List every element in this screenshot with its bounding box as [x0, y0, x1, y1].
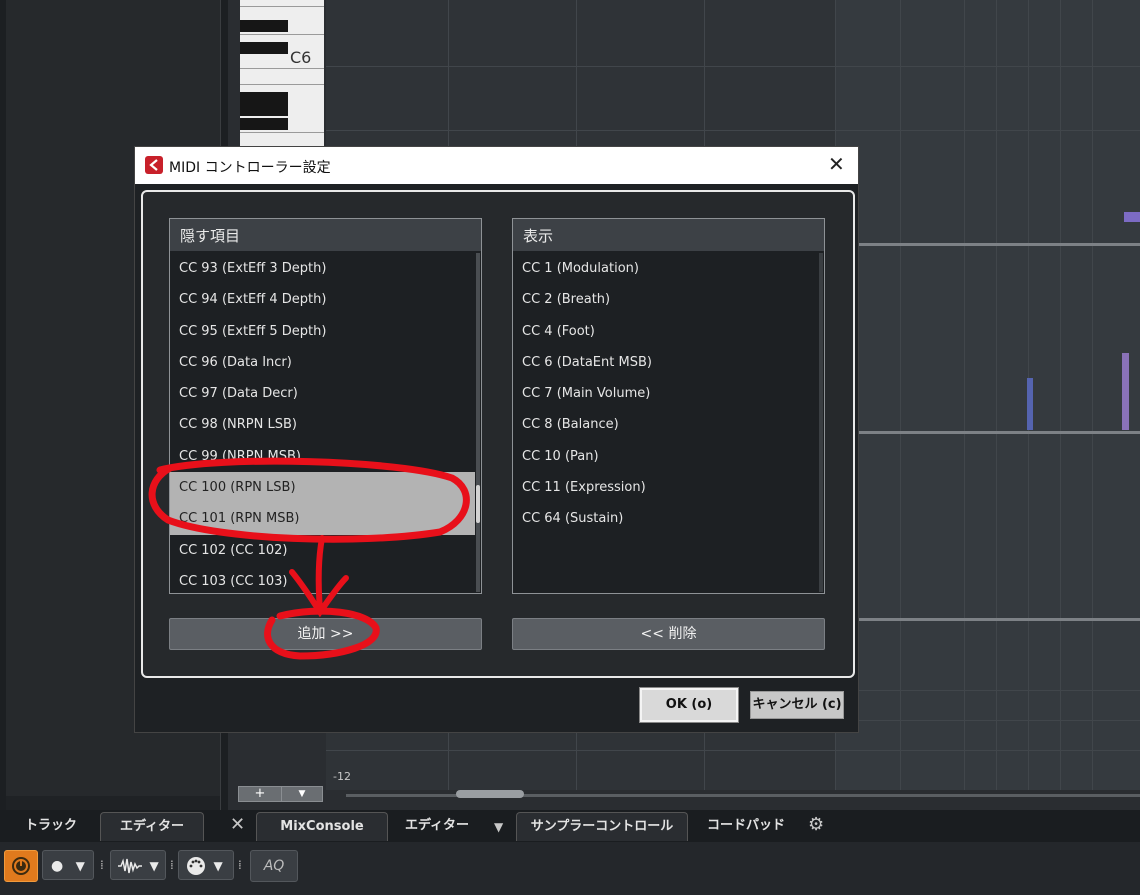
- remove-button[interactable]: << 削除: [512, 618, 825, 650]
- grid-line: [1060, 0, 1061, 790]
- hidden-items-header: 隠す項目: [170, 219, 481, 251]
- record-mode-dropdown[interactable]: ● ▼: [42, 850, 94, 880]
- record-icon: ●: [51, 858, 64, 874]
- tab-track[interactable]: トラック: [4, 812, 98, 840]
- vertical-scrollbar[interactable]: [819, 253, 823, 592]
- black-key[interactable]: [240, 92, 288, 104]
- controller-event-bar[interactable]: [1122, 353, 1129, 430]
- controller-lane-divider[interactable]: [858, 243, 1140, 246]
- controller-lane-divider[interactable]: [858, 618, 1140, 621]
- tab-sampler-control[interactable]: サンプラーコントロール: [516, 812, 688, 841]
- controller-event-bar[interactable]: [1027, 378, 1033, 430]
- black-key[interactable]: [240, 42, 288, 54]
- grid-line: [1092, 0, 1093, 790]
- vertical-scroll-thumb[interactable]: [476, 485, 480, 523]
- hidden-items-list[interactable]: 隠す項目 CC 93 (ExtEff 3 Depth) CC 94 (ExtEff…: [169, 218, 482, 594]
- grid-line: [326, 66, 1140, 67]
- black-key[interactable]: [240, 118, 288, 130]
- list-item[interactable]: CC 2 (Breath): [513, 284, 818, 315]
- list-item[interactable]: CC 102 (CC 102): [170, 535, 475, 566]
- list-item[interactable]: CC 100 (RPN LSB): [170, 472, 475, 504]
- grid-line: [900, 0, 901, 790]
- list-item[interactable]: CC 6 (DataEnt MSB): [513, 347, 818, 378]
- black-key[interactable]: [240, 104, 288, 116]
- constrain-delay-compensation-button[interactable]: [4, 850, 38, 882]
- gear-icon[interactable]: ⚙: [808, 814, 824, 835]
- list-item[interactable]: CC 64 (Sustain): [513, 503, 818, 534]
- tab-editor-left[interactable]: エディター: [100, 812, 204, 841]
- horizontal-scroll-thumb[interactable]: [456, 790, 524, 798]
- audio-options-dropdown[interactable]: ▼: [110, 850, 166, 880]
- midi-note[interactable]: [1124, 212, 1140, 222]
- octave-label: C6: [290, 48, 312, 67]
- list-item[interactable]: CC 99 (NRPN MSB): [170, 441, 475, 472]
- grid-line: [326, 750, 1140, 751]
- list-item[interactable]: CC 93 (ExtEff 3 Depth): [170, 253, 475, 284]
- tab-chord-pads[interactable]: コードパッド: [700, 812, 792, 840]
- close-icon[interactable]: ✕: [828, 152, 845, 176]
- list-item[interactable]: CC 11 (Expression): [513, 472, 818, 503]
- shown-items-header: 表示: [513, 219, 824, 251]
- note-grid-highlight: [835, 0, 1140, 790]
- grid-line: [326, 130, 1140, 131]
- cancel-button[interactable]: キャンセル (c): [750, 691, 844, 719]
- list-item[interactable]: CC 94 (ExtEff 4 Depth): [170, 284, 475, 315]
- shown-items-body[interactable]: CC 1 (Modulation) CC 2 (Breath) CC 4 (Foot…: [513, 253, 818, 593]
- key-divider: [240, 6, 324, 7]
- list-item[interactable]: CC 97 (Data Decr): [170, 378, 475, 409]
- ok-button[interactable]: OK (o): [639, 687, 739, 723]
- chevron-down-icon: ▼: [75, 859, 85, 873]
- toolbar-separator: ⁞: [238, 858, 242, 872]
- list-item[interactable]: CC 101 (RPN MSB): [170, 503, 475, 535]
- piano-keyboard[interactable]: [240, 0, 324, 148]
- midi-options-dropdown[interactable]: ▼: [178, 850, 234, 880]
- list-item[interactable]: CC 96 (Data Incr): [170, 347, 475, 378]
- vertical-scrollbar[interactable]: [476, 253, 480, 592]
- toolbar-separator: ⁞: [170, 858, 174, 872]
- add-button[interactable]: 追加 >>: [169, 618, 482, 650]
- list-item[interactable]: CC 10 (Pan): [513, 441, 818, 472]
- track-list-footer: [6, 796, 220, 810]
- key-divider: [240, 68, 324, 69]
- toolbar-separator: ⁞: [100, 858, 104, 872]
- list-item[interactable]: CC 1 (Modulation): [513, 253, 818, 284]
- midi-din-icon: [187, 857, 205, 875]
- chevron-down-icon: ▼: [149, 859, 159, 873]
- list-item[interactable]: CC 103 (CC 103): [170, 566, 475, 597]
- key-divider: [240, 132, 324, 133]
- auto-quantize-button[interactable]: AQ: [250, 850, 298, 882]
- tab-editor-lower[interactable]: エディター: [392, 812, 482, 840]
- tab-mixconsole[interactable]: MixConsole: [256, 812, 388, 841]
- add-controller-lane-button[interactable]: +: [238, 786, 282, 802]
- chevron-down-icon[interactable]: ▼: [494, 820, 503, 834]
- cubase-logo-icon: [145, 156, 163, 174]
- key-divider: [240, 34, 324, 35]
- dialog-title: MIDI コントローラー設定: [169, 160, 331, 176]
- close-icon[interactable]: ✕: [230, 814, 245, 835]
- grid-line: [964, 0, 965, 790]
- lane-scale-label: -12: [333, 770, 351, 783]
- power-icon: [12, 857, 30, 875]
- grid-line: [996, 0, 997, 790]
- waveform-icon: [118, 858, 142, 874]
- list-item[interactable]: CC 7 (Main Volume): [513, 378, 818, 409]
- list-item[interactable]: CC 95 (ExtEff 5 Depth): [170, 316, 475, 347]
- controller-lane-divider[interactable]: [858, 431, 1140, 434]
- chevron-down-icon: ▼: [213, 859, 223, 873]
- hidden-items-body[interactable]: CC 93 (ExtEff 3 Depth) CC 94 (ExtEff 4 De…: [170, 253, 475, 593]
- key-divider: [240, 84, 324, 85]
- list-item[interactable]: CC 8 (Balance): [513, 409, 818, 440]
- black-key[interactable]: [240, 20, 288, 32]
- shown-items-list[interactable]: 表示 CC 1 (Modulation) CC 2 (Breath) CC 4 (F…: [512, 218, 825, 594]
- list-item[interactable]: CC 4 (Foot): [513, 316, 818, 347]
- list-item[interactable]: CC 98 (NRPN LSB): [170, 409, 475, 440]
- controller-lane-menu-button[interactable]: ▼: [281, 786, 323, 802]
